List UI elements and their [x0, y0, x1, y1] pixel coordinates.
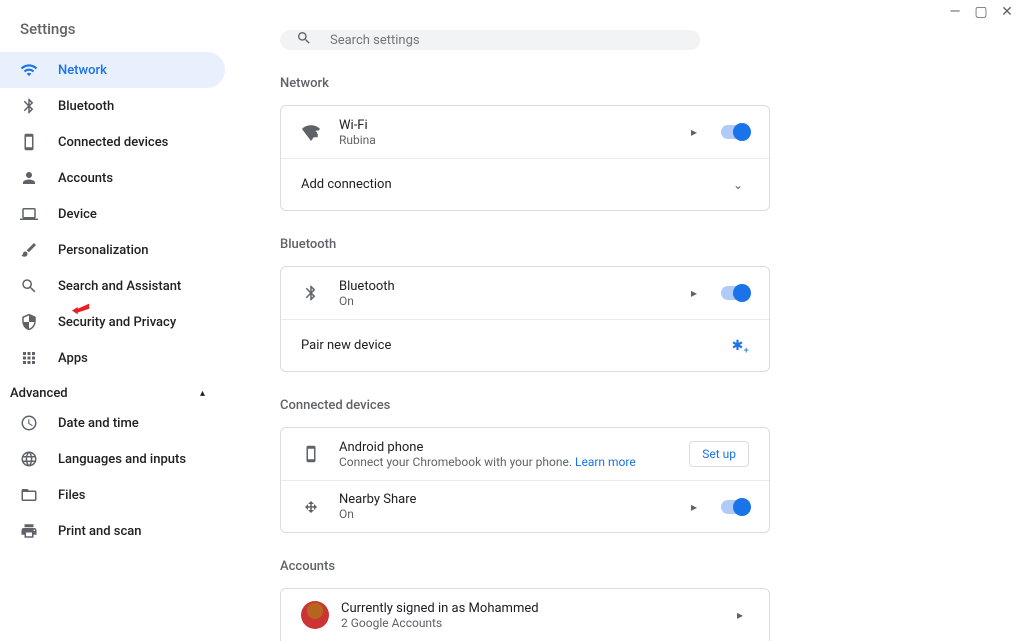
android-label: Android phone — [339, 440, 689, 455]
avatar — [301, 601, 329, 629]
sidebar-item-label: Date and time — [58, 416, 139, 431]
bluetooth-label: Bluetooth — [339, 279, 685, 294]
folder-icon — [20, 486, 38, 504]
chevron-right-icon: ▸ — [685, 125, 703, 139]
sidebar-item-security[interactable]: Security and Privacy — [0, 304, 225, 340]
section-bluetooth: Bluetooth Bluetooth On ▸ Pair new device… — [280, 237, 770, 372]
row-nearby[interactable]: Nearby Share On ▸ — [281, 480, 769, 532]
brush-icon — [20, 241, 38, 259]
section-network: Network Wi-Fi Rubina ▸ Add connection ⌄ — [280, 76, 770, 211]
row-bluetooth[interactable]: Bluetooth On ▸ — [281, 267, 769, 319]
sidebar-item-label: Search and Assistant — [58, 279, 181, 294]
nearby-toggle[interactable] — [721, 500, 749, 514]
sidebar-item-label: Network — [58, 63, 107, 78]
setup-button[interactable]: Set up — [689, 441, 749, 467]
sidebar-item-languages[interactable]: Languages and inputs — [0, 441, 225, 477]
account-name: Currently signed in as Mohammed — [341, 601, 731, 616]
search-icon — [20, 277, 38, 295]
row-pair[interactable]: Pair new device ✱₊ — [281, 319, 769, 371]
section-title: Accounts — [280, 559, 770, 588]
account-count: 2 Google Accounts — [341, 616, 731, 630]
bluetooth-icon — [20, 97, 38, 115]
chevron-up-icon: ▴ — [200, 388, 205, 399]
bluetooth-icon — [301, 284, 321, 302]
printer-icon — [20, 522, 38, 540]
phone-icon — [301, 445, 321, 463]
learn-more-link[interactable]: Learn more — [575, 455, 636, 469]
sidebar-item-label: Bluetooth — [58, 99, 114, 114]
sidebar-item-files[interactable]: Files — [0, 477, 225, 513]
section-title: Bluetooth — [280, 237, 770, 266]
nearby-share-icon — [301, 498, 321, 516]
chevron-right-icon: ▸ — [685, 286, 703, 300]
row-wifi[interactable]: Wi-Fi Rubina ▸ — [281, 106, 769, 158]
section-title: Network — [280, 76, 770, 105]
sidebar-advanced-toggle[interactable]: Advanced ▴ — [0, 376, 225, 405]
sidebar-item-label: Accounts — [58, 171, 113, 186]
sidebar-item-apps[interactable]: Apps — [0, 340, 225, 376]
wifi-name: Rubina — [339, 133, 685, 147]
maximize-icon[interactable]: ▢ — [974, 5, 988, 19]
wifi-icon — [20, 61, 38, 79]
section-title: Connected devices — [280, 398, 770, 427]
section-connected: Connected devices Android phone Connect … — [280, 398, 770, 533]
sidebar-item-network[interactable]: Network — [0, 52, 225, 88]
sidebar-item-print[interactable]: Print and scan — [0, 513, 225, 549]
person-icon — [20, 169, 38, 187]
row-add-connection[interactable]: Add connection ⌄ — [281, 158, 769, 210]
sidebar-item-search[interactable]: Search and Assistant — [0, 268, 225, 304]
sidebar: Settings Network Bluetooth Connected dev… — [0, 0, 225, 576]
bluetooth-toggle[interactable] — [721, 286, 749, 300]
search-icon — [296, 30, 312, 50]
sidebar-item-personalization[interactable]: Personalization — [0, 232, 225, 268]
nearby-status: On — [339, 507, 685, 521]
bluetooth-add-icon: ✱₊ — [732, 338, 749, 354]
sidebar-item-label: Print and scan — [58, 524, 142, 539]
wifi-toggle[interactable] — [721, 125, 749, 139]
minimize-icon[interactable]: — — [948, 5, 962, 19]
sidebar-item-label: Files — [58, 488, 85, 503]
search-bar[interactable] — [280, 30, 700, 50]
sidebar-title: Settings — [0, 20, 225, 52]
bluetooth-status: On — [339, 294, 685, 308]
main-content: Network Wi-Fi Rubina ▸ Add connection ⌄ — [225, 0, 1024, 576]
chevron-down-icon: ⌄ — [727, 178, 749, 192]
row-android-phone[interactable]: Android phone Connect your Chromebook wi… — [281, 428, 769, 480]
phone-icon — [20, 133, 38, 151]
sidebar-item-label: Device — [58, 207, 97, 222]
pair-label: Pair new device — [301, 338, 732, 353]
shield-icon — [20, 313, 38, 331]
android-sub: Connect your Chromebook with your phone.… — [339, 455, 689, 469]
nearby-label: Nearby Share — [339, 492, 685, 507]
sidebar-item-label: Connected devices — [58, 135, 168, 150]
sidebar-item-connected[interactable]: Connected devices — [0, 124, 225, 160]
clock-icon — [20, 414, 38, 432]
globe-icon — [20, 450, 38, 468]
row-account[interactable]: Currently signed in as Mohammed 2 Google… — [281, 589, 769, 641]
chevron-right-icon: ▸ — [731, 608, 749, 622]
sidebar-item-label: Apps — [58, 351, 88, 366]
sidebar-item-label: Security and Privacy — [58, 315, 176, 330]
close-icon[interactable]: ✕ — [1000, 5, 1014, 19]
sidebar-item-accounts[interactable]: Accounts — [0, 160, 225, 196]
apps-icon — [20, 349, 38, 367]
search-input[interactable] — [330, 33, 684, 48]
sidebar-item-label: Languages and inputs — [58, 452, 186, 467]
section-accounts: Accounts Currently signed in as Mohammed… — [280, 559, 770, 641]
laptop-icon — [20, 205, 38, 223]
wifi-label: Wi-Fi — [339, 118, 685, 133]
sidebar-item-date[interactable]: Date and time — [0, 405, 225, 441]
sidebar-item-device[interactable]: Device — [0, 196, 225, 232]
chevron-right-icon: ▸ — [685, 500, 703, 514]
sidebar-advanced-label: Advanced — [10, 386, 68, 401]
wifi-lock-icon — [301, 123, 321, 141]
add-connection-label: Add connection — [301, 177, 727, 192]
sidebar-item-bluetooth[interactable]: Bluetooth — [0, 88, 225, 124]
sidebar-item-label: Personalization — [58, 243, 149, 258]
